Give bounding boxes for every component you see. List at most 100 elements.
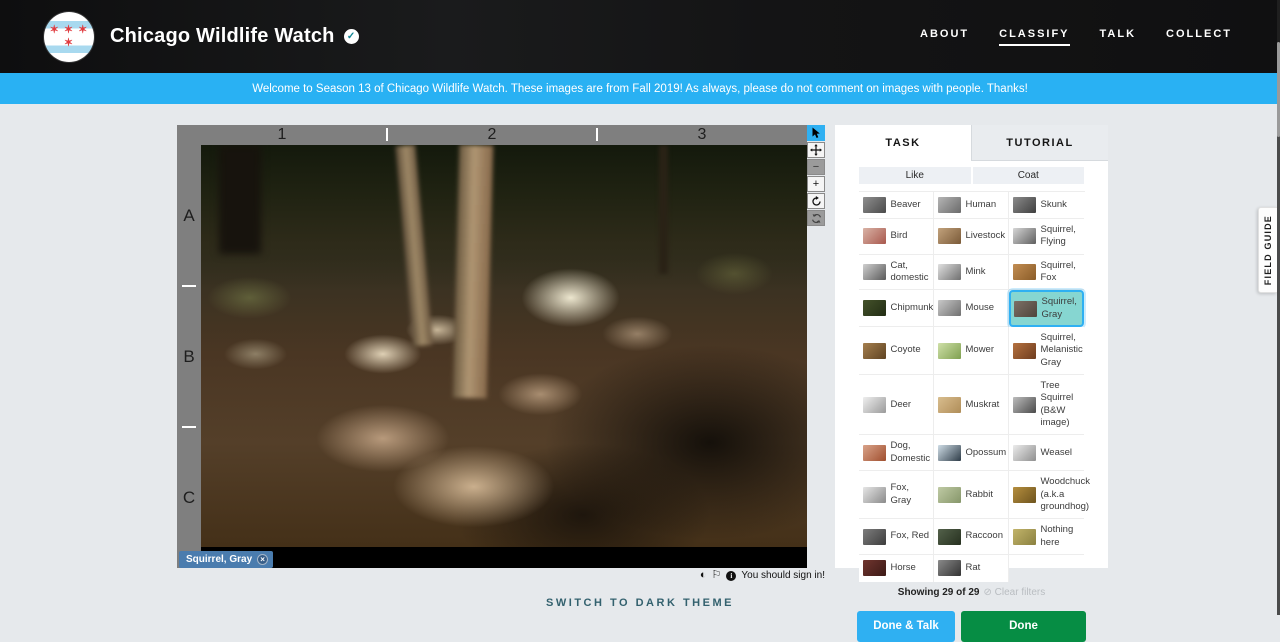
choice-label: Coyote: [890, 344, 921, 356]
choice-label: Horse: [890, 562, 916, 574]
choice-thumbnail: [1012, 342, 1036, 359]
rotate-button[interactable]: [807, 193, 825, 209]
row-label-a: A: [183, 205, 195, 225]
choice-label: Opossum: [965, 446, 1007, 458]
choice-mouse[interactable]: Mouse: [933, 290, 1009, 328]
choice-rat[interactable]: Rat: [933, 554, 1009, 582]
choice-raccoon[interactable]: Raccoon: [933, 519, 1009, 555]
choice-mink[interactable]: Mink: [933, 254, 1009, 291]
panel-actions: Done & Talk Done: [857, 610, 1086, 642]
choice-muskrat[interactable]: Muskrat: [933, 375, 1009, 436]
choice-bird[interactable]: Bird: [858, 219, 934, 255]
nav-classify[interactable]: CLASSIFY: [999, 28, 1070, 46]
choice-thumbnail: [1012, 228, 1036, 245]
ruler-tick: [596, 128, 598, 141]
choice-thumbnail: [937, 228, 961, 245]
ruler-tick: [386, 128, 388, 141]
choice-skunk[interactable]: Skunk: [1008, 192, 1084, 219]
choice-label: Squirrel, Flying: [1040, 224, 1076, 248]
choice-tree-squirrel-b-w-image[interactable]: Tree Squirrel (B&W image): [1008, 375, 1084, 436]
trail-camera-photo[interactable]: [201, 145, 807, 547]
field-guide-label: FIELD GUIDE: [1263, 214, 1273, 286]
field-guide-tab[interactable]: FIELD GUIDE: [1258, 207, 1277, 293]
nav-about[interactable]: ABOUT: [920, 28, 969, 46]
tab-tutorial[interactable]: TUTORIAL: [971, 125, 1108, 161]
ruler-tick: [182, 285, 196, 287]
choice-squirrel-melanistic-gray[interactable]: Squirrel, Melanistic Gray: [1008, 327, 1084, 376]
column-label-3: 3: [697, 126, 707, 143]
choice-label: Squirrel, Gray: [1041, 296, 1077, 320]
choice-squirrel-gray[interactable]: Squirrel, Gray: [1008, 290, 1084, 328]
choice-woodchuck-a-k-a-groundhog[interactable]: Woodchuck (a.k.a groundhog): [1008, 471, 1090, 520]
main-nav: ABOUT CLASSIFY TALK COLLECT: [920, 28, 1232, 46]
choice-label: Skunk: [1040, 198, 1067, 210]
nav-talk[interactable]: TALK: [1100, 28, 1137, 46]
choice-thumbnail: [1012, 444, 1036, 461]
filter-like[interactable]: Like: [859, 167, 971, 184]
annotation-tag[interactable]: Squirrel, Gray ×: [179, 551, 274, 568]
done-button[interactable]: Done: [961, 610, 1086, 642]
choice-coyote[interactable]: Coyote: [858, 327, 934, 376]
reset-view-button[interactable]: [807, 210, 825, 226]
choice-label: Mower: [965, 344, 995, 356]
choice-weasel[interactable]: Weasel: [1008, 435, 1084, 472]
zoom-out-button[interactable]: −: [807, 159, 825, 175]
remove-annotation-icon[interactable]: ×: [257, 554, 269, 565]
tree-trunk: [395, 145, 433, 347]
choice-thumbnail: [937, 197, 961, 213]
choice-squirrel-fox[interactable]: Squirrel, Fox: [1008, 254, 1084, 291]
choice-label: Deer: [890, 398, 912, 410]
choice-beaver[interactable]: Beaver: [858, 192, 934, 219]
filter-coat[interactable]: Coat: [972, 167, 1084, 184]
choice-dog-domestic[interactable]: Dog, Domestic: [858, 435, 934, 472]
rotate-icon: [811, 195, 821, 206]
choice-thumbnail: [862, 264, 886, 281]
choice-squirrel-flying[interactable]: Squirrel, Flying: [1008, 219, 1084, 255]
choice-human[interactable]: Human: [933, 192, 1009, 219]
choice-fox-red[interactable]: Fox, Red: [858, 519, 934, 555]
choice-livestock[interactable]: Livestock: [933, 219, 1009, 255]
done-and-talk-button[interactable]: Done & Talk: [857, 610, 955, 642]
pan-tool-button[interactable]: [807, 142, 825, 158]
tab-task[interactable]: TASK: [835, 125, 971, 161]
choice-mower[interactable]: Mower: [933, 327, 1009, 376]
choice-thumbnail: [1012, 486, 1036, 503]
choice-rabbit[interactable]: Rabbit: [933, 471, 1009, 520]
column-ruler: 1 2 3: [177, 125, 807, 145]
pointer-tool-button[interactable]: [807, 125, 825, 141]
choice-label: Chipmunk: [890, 302, 934, 314]
minus-icon: −: [812, 161, 820, 173]
choice-horse[interactable]: Horse: [858, 554, 934, 582]
viewer-toolbar: − +: [807, 125, 825, 227]
move-icon: [810, 144, 822, 156]
choice-deer[interactable]: Deer: [858, 375, 934, 436]
choice-label: Human: [965, 198, 997, 210]
nav-collect[interactable]: COLLECT: [1166, 28, 1232, 46]
choice-label: Rabbit: [965, 488, 993, 500]
app-header: ✶ ✶ ✶ ✶ Chicago Wildlife Watch ✓ ABOUT C…: [0, 0, 1280, 73]
row-label-c: C: [182, 487, 196, 507]
choice-label: Mink: [965, 265, 986, 277]
choice-cat-domestic[interactable]: Cat, domestic: [858, 254, 934, 291]
choice-nothing-here[interactable]: Nothing here: [1008, 519, 1084, 555]
choice-thumbnail: [937, 300, 961, 317]
project-logo-chicago-flag[interactable]: ✶ ✶ ✶ ✶: [44, 11, 94, 62]
viewer-footer: ◐ ⚐ i You should sign in!: [177, 570, 825, 582]
annotation-tag-label: Squirrel, Gray: [186, 554, 253, 565]
choice-thumbnail: [862, 228, 886, 245]
choice-chipmunk[interactable]: Chipmunk: [858, 290, 934, 328]
choice-thumbnail: [862, 486, 886, 503]
panel-tabs: TASK TUTORIAL: [835, 125, 1108, 161]
theme-toggle-link[interactable]: SWITCH TO DARK THEME: [0, 597, 1280, 609]
choice-label: Raccoon: [965, 530, 1004, 542]
choice-fox-gray[interactable]: Fox, Gray: [858, 471, 934, 520]
flag-icon[interactable]: ⚐: [712, 570, 722, 581]
zoom-in-button[interactable]: +: [807, 176, 825, 192]
choice-label: Muskrat: [965, 398, 1000, 410]
project-title: Chicago Wildlife Watch: [110, 25, 335, 47]
info-icon[interactable]: i: [726, 570, 737, 581]
choice-opossum[interactable]: Opossum: [933, 435, 1009, 472]
choice-thumbnail: [937, 486, 961, 503]
contrast-icon[interactable]: ◐: [700, 570, 707, 581]
classification-panel: TASK TUTORIAL Like Coat Beaver Human Skunk…: [835, 125, 1108, 642]
